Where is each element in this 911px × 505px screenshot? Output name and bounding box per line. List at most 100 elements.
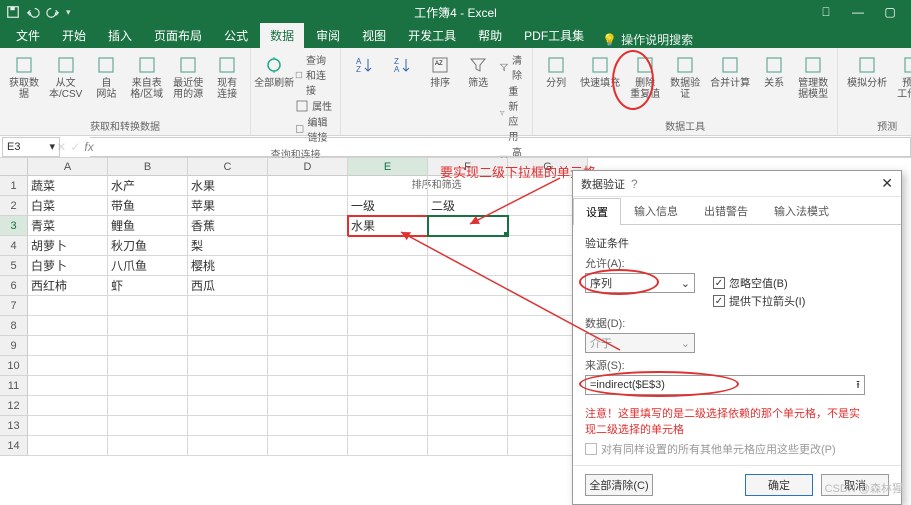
cell-D4[interactable] — [268, 236, 348, 256]
cell-D6[interactable] — [268, 276, 348, 296]
col-header-C[interactable]: C — [188, 158, 268, 176]
cell-A12[interactable] — [28, 396, 108, 416]
cell-C7[interactable] — [188, 296, 268, 316]
row-header-13[interactable]: 13 — [0, 416, 28, 436]
col-header-E[interactable]: E — [348, 158, 428, 176]
row-header-4[interactable]: 4 — [0, 236, 28, 256]
cell-D3[interactable] — [268, 216, 348, 236]
cell-A11[interactable] — [28, 376, 108, 396]
redo-icon[interactable] — [46, 5, 60, 19]
cell-B3[interactable]: 鲤鱼 — [108, 216, 188, 236]
ribbon-tab-9[interactable]: 帮助 — [468, 23, 512, 48]
row-header-1[interactable]: 1 — [0, 176, 28, 196]
cell-B6[interactable]: 虾 — [108, 276, 188, 296]
get-btn-3[interactable]: 来自表 格/区域 — [127, 52, 166, 102]
sort-za-button[interactable]: ZA — [385, 52, 419, 78]
ribbon-tab-10[interactable]: PDF工具集 — [514, 23, 594, 48]
cell-F3[interactable] — [428, 216, 508, 236]
ribbon-tab-7[interactable]: 视图 — [352, 23, 396, 48]
cell-A4[interactable]: 胡萝卜 — [28, 236, 108, 256]
get-btn-0[interactable]: 获取数 据 — [6, 52, 42, 102]
dt-btn-2[interactable]: 删除 重复值 — [627, 52, 663, 102]
row-header-14[interactable]: 14 — [0, 436, 28, 456]
ok-button[interactable]: 确定 — [745, 474, 813, 496]
cell-C14[interactable] — [188, 436, 268, 456]
cell-C2[interactable]: 苹果 — [188, 196, 268, 216]
cell-F4[interactable] — [428, 236, 508, 256]
row-header-3[interactable]: 3 — [0, 216, 28, 236]
dialog-tab-1[interactable]: 输入信息 — [621, 197, 691, 224]
cell-C5[interactable]: 樱桃 — [188, 256, 268, 276]
get-btn-4[interactable]: 最近使 用的源 — [170, 52, 206, 102]
col-header-B[interactable]: B — [108, 158, 188, 176]
cell-A10[interactable] — [28, 356, 108, 376]
ignore-blank-checkbox[interactable]: ✓忽略空值(B) — [713, 275, 805, 291]
dt-btn-0[interactable]: 分列 — [539, 52, 573, 91]
dt-btn-3[interactable]: 数据验 证 — [667, 52, 703, 102]
cell-B13[interactable] — [108, 416, 188, 436]
ribbon-tab-8[interactable]: 开发工具 — [398, 23, 466, 48]
cell-D7[interactable] — [268, 296, 348, 316]
cell-F10[interactable] — [428, 356, 508, 376]
get-btn-1[interactable]: 从文 本/CSV — [46, 52, 85, 102]
col-header-D[interactable]: D — [268, 158, 348, 176]
save-icon[interactable] — [6, 5, 20, 19]
cell-E14[interactable] — [348, 436, 428, 456]
dialog-tab-3[interactable]: 输入法模式 — [761, 197, 842, 224]
sf-item-0[interactable]: 清除 — [499, 52, 526, 82]
cell-D1[interactable] — [268, 176, 348, 196]
row-header-8[interactable]: 8 — [0, 316, 28, 336]
name-box[interactable]: E3▾ — [2, 137, 60, 157]
dialog-close-icon[interactable]: ✕ — [881, 175, 893, 192]
cell-C11[interactable] — [188, 376, 268, 396]
confirm-entry-icon[interactable]: ✓ — [70, 140, 80, 154]
apply-all-checkbox[interactable]: 对有同样设置的所有其他单元格应用这些更改(P) — [585, 441, 889, 457]
cell-D10[interactable] — [268, 356, 348, 376]
cell-B12[interactable] — [108, 396, 188, 416]
ribbon-opts-icon[interactable]: ⎕ — [811, 3, 841, 21]
cell-B11[interactable] — [108, 376, 188, 396]
cell-B14[interactable] — [108, 436, 188, 456]
refresh-all-button[interactable]: 全部刷新 — [257, 52, 291, 91]
formula-input[interactable] — [90, 137, 911, 157]
sort-button[interactable]: AZ排序 — [423, 52, 457, 91]
row-header-5[interactable]: 5 — [0, 256, 28, 276]
row-header-11[interactable]: 11 — [0, 376, 28, 396]
dt-btn-1[interactable]: 快速填充 — [577, 52, 623, 91]
dt-btn-4[interactable]: 合并计算 — [707, 52, 753, 91]
cell-B9[interactable] — [108, 336, 188, 356]
cell-A8[interactable] — [28, 316, 108, 336]
cell-E5[interactable] — [348, 256, 428, 276]
cell-C3[interactable]: 香蕉 — [188, 216, 268, 236]
dialog-tab-0[interactable]: 设置 — [573, 198, 621, 225]
ribbon-tab-0[interactable]: 文件 — [6, 23, 50, 48]
cell-A14[interactable] — [28, 436, 108, 456]
query-item-0[interactable]: 查询和连接 — [295, 52, 334, 97]
cell-A5[interactable]: 白萝卜 — [28, 256, 108, 276]
cell-C13[interactable] — [188, 416, 268, 436]
cell-E9[interactable] — [348, 336, 428, 356]
cell-A3[interactable]: 青菜 — [28, 216, 108, 236]
cell-B10[interactable] — [108, 356, 188, 376]
row-header-10[interactable]: 10 — [0, 356, 28, 376]
cell-F2[interactable]: 二级 — [428, 196, 508, 216]
cell-D5[interactable] — [268, 256, 348, 276]
ribbon-tab-3[interactable]: 页面布局 — [144, 23, 212, 48]
cell-B1[interactable]: 水产 — [108, 176, 188, 196]
cell-F12[interactable] — [428, 396, 508, 416]
dialog-help-icon[interactable]: ? — [631, 177, 638, 191]
ribbon-tab-6[interactable]: 审阅 — [306, 23, 350, 48]
dialog-tab-2[interactable]: 出错警告 — [691, 197, 761, 224]
col-header-A[interactable]: A — [28, 158, 108, 176]
cell-D13[interactable] — [268, 416, 348, 436]
cell-B4[interactable]: 秋刀鱼 — [108, 236, 188, 256]
minimize-icon[interactable]: — — [843, 3, 873, 21]
cell-C10[interactable] — [188, 356, 268, 376]
cell-C4[interactable]: 梨 — [188, 236, 268, 256]
ribbon-tab-2[interactable]: 插入 — [98, 23, 142, 48]
sort-az-button[interactable]: AZ — [347, 52, 381, 78]
sf-item-1[interactable]: 重新应用 — [499, 83, 526, 143]
allow-select[interactable]: 序列⌄ — [585, 273, 695, 293]
cell-C8[interactable] — [188, 316, 268, 336]
row-header-9[interactable]: 9 — [0, 336, 28, 356]
